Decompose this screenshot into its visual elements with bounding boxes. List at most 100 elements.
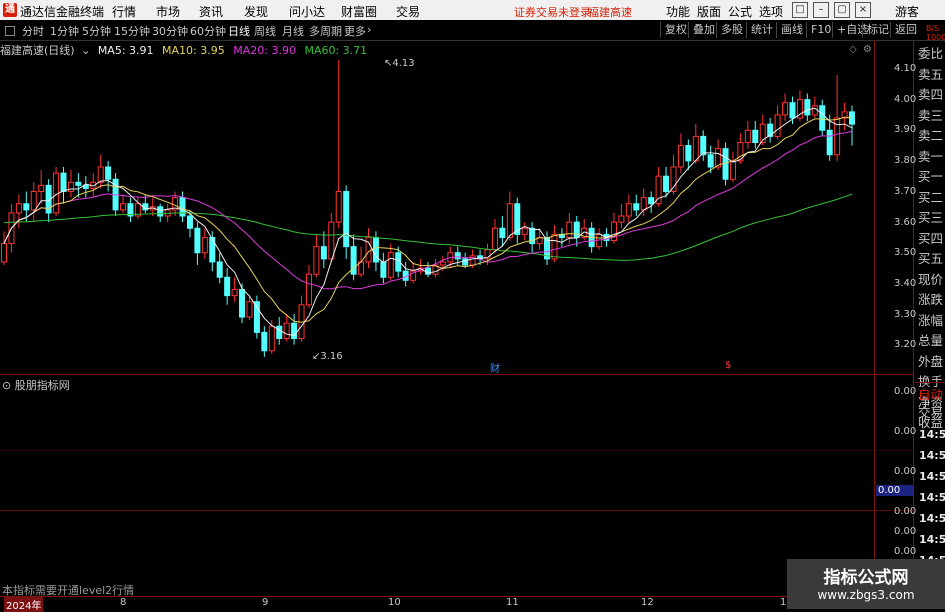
quote-label: 涨幅 — [918, 312, 944, 328]
menu-discover[interactable]: 发现 — [244, 3, 268, 20]
menu-news[interactable]: 资讯 — [199, 3, 223, 20]
candlestick-chart[interactable] — [0, 40, 874, 375]
overlay-button[interactable]: 叠加 — [688, 22, 719, 38]
quote-label: 总量 — [918, 333, 944, 348]
auto-trade-label[interactable]: 自动 — [918, 384, 943, 403]
indicator-tick: 0.00 — [894, 466, 917, 477]
candle-body — [105, 166, 112, 180]
period-toolbar: 分时 1分钟 5分钟 15分钟 30分钟 60分钟 日线 周线 月线 多周期 更… — [0, 20, 945, 41]
indicator-tick: 0.00 — [894, 506, 917, 517]
x-axis-line — [0, 596, 913, 597]
candle-body — [38, 184, 45, 192]
candle-body — [640, 197, 647, 211]
stock-title: 福建高速 — [588, 6, 632, 19]
quote-label: 买一 — [918, 169, 944, 184]
mark-button[interactable]: 标记 — [862, 22, 893, 38]
panel-separator — [0, 374, 913, 375]
period-5min[interactable]: 5分钟 — [82, 23, 111, 39]
candle-body — [685, 145, 692, 162]
candle-body — [320, 246, 327, 260]
login-warning[interactable]: 证券交易未登录 — [514, 4, 591, 20]
price-tick: 3.20 — [894, 339, 917, 350]
tick-time: 14:56 — [919, 428, 945, 441]
period-more[interactable]: 更多 — [344, 23, 366, 39]
price-tick: 4.00 — [894, 94, 917, 105]
close-icon[interactable]: × — [855, 2, 871, 18]
price-tick: 3.80 — [894, 155, 917, 166]
minimize-icon[interactable]: – — [813, 2, 829, 18]
x-tick: 8 — [120, 597, 127, 608]
menu-market[interactable]: 市场 — [156, 3, 180, 20]
candle-body — [224, 276, 231, 297]
candle-body — [246, 301, 253, 318]
candle-body — [253, 301, 260, 333]
restore-icon[interactable]: □ — [792, 2, 808, 18]
adjust-button[interactable]: 复权 — [660, 22, 691, 38]
f10-button[interactable]: F10 — [806, 22, 835, 38]
candle-body — [663, 175, 670, 192]
price-tick: 3.50 — [894, 247, 917, 258]
period-tick[interactable]: 分时 — [22, 23, 44, 39]
candle-body — [439, 261, 446, 266]
menu-quotes[interactable]: 行情 — [112, 3, 136, 20]
stats-button[interactable]: 统计 — [746, 22, 777, 38]
period-multi[interactable]: 多周期 — [309, 23, 342, 39]
menu-ask-xiaoda[interactable]: 问小达 — [289, 3, 325, 20]
chevron-right-icon[interactable]: › — [367, 23, 371, 36]
candle-body — [67, 181, 74, 192]
menu-options[interactable]: 选项 — [759, 3, 783, 20]
candle-body — [120, 203, 127, 211]
gear-icon[interactable]: ⊙ — [2, 379, 11, 392]
trade-label[interactable]: 交易 — [918, 402, 943, 421]
bs-count: 1000 — [926, 33, 945, 42]
x-tick: 12 — [641, 597, 654, 608]
price-tick: 3.70 — [894, 186, 917, 197]
indicator-title[interactable]: ⊙ 股朋指标网 — [2, 377, 70, 393]
tick-time: 14:56 — [919, 470, 945, 483]
candle-body — [239, 289, 246, 318]
menu-layout[interactable]: 版面 — [697, 3, 721, 20]
finance-marker[interactable]: 财 — [490, 360, 500, 375]
quote-label: 卖四 — [918, 87, 944, 102]
maximize-icon[interactable]: ▢ — [834, 2, 850, 18]
candle-body — [305, 273, 312, 306]
quote-label: 外盘 — [918, 353, 944, 369]
indicator-tick: 0.00 — [894, 426, 917, 437]
candle-body — [194, 227, 201, 254]
candle-body — [97, 166, 104, 183]
period-weekly[interactable]: 周线 — [254, 23, 276, 39]
indicator-tick: 0.00 — [894, 526, 917, 537]
multi-stock-button[interactable]: 多股 — [716, 22, 747, 38]
dividend-marker[interactable]: $ — [725, 360, 731, 371]
draw-line-button[interactable]: 画线 — [776, 22, 807, 38]
menu-wealth-circle[interactable]: 财富圈 — [341, 3, 377, 20]
price-tick: 4.10 — [894, 63, 917, 74]
period-daily[interactable]: 日线 — [228, 23, 250, 39]
price-tick: 3.90 — [894, 124, 917, 135]
menu-trade[interactable]: 交易 — [396, 3, 420, 20]
indicator-current-value: 0.00 — [876, 485, 913, 496]
candle-body — [506, 203, 513, 238]
period-1min[interactable]: 1分钟 — [50, 23, 79, 39]
back-button[interactable]: 返回 — [890, 22, 921, 38]
period-monthly[interactable]: 月线 — [282, 23, 304, 39]
user-label[interactable]: 游客 — [895, 3, 919, 20]
toggle-panel-icon[interactable] — [5, 26, 15, 36]
candle-body — [826, 129, 833, 156]
menu-formula[interactable]: 公式 — [728, 3, 752, 20]
period-60min[interactable]: 60分钟 — [190, 23, 226, 39]
menu-function[interactable]: 功能 — [666, 3, 690, 20]
candle-body — [804, 99, 811, 116]
period-15min[interactable]: 15分钟 — [114, 23, 150, 39]
candle-body — [677, 145, 684, 168]
candle-body — [291, 322, 298, 339]
candle-body — [521, 227, 528, 235]
candle-body — [283, 322, 290, 339]
candle-body — [744, 129, 751, 143]
period-30min[interactable]: 30分钟 — [152, 23, 188, 39]
candle-body — [186, 215, 193, 229]
candle-body — [729, 160, 736, 180]
candle-body — [15, 203, 22, 214]
candle-body — [752, 129, 759, 143]
x-tick: 1 — [780, 597, 787, 608]
